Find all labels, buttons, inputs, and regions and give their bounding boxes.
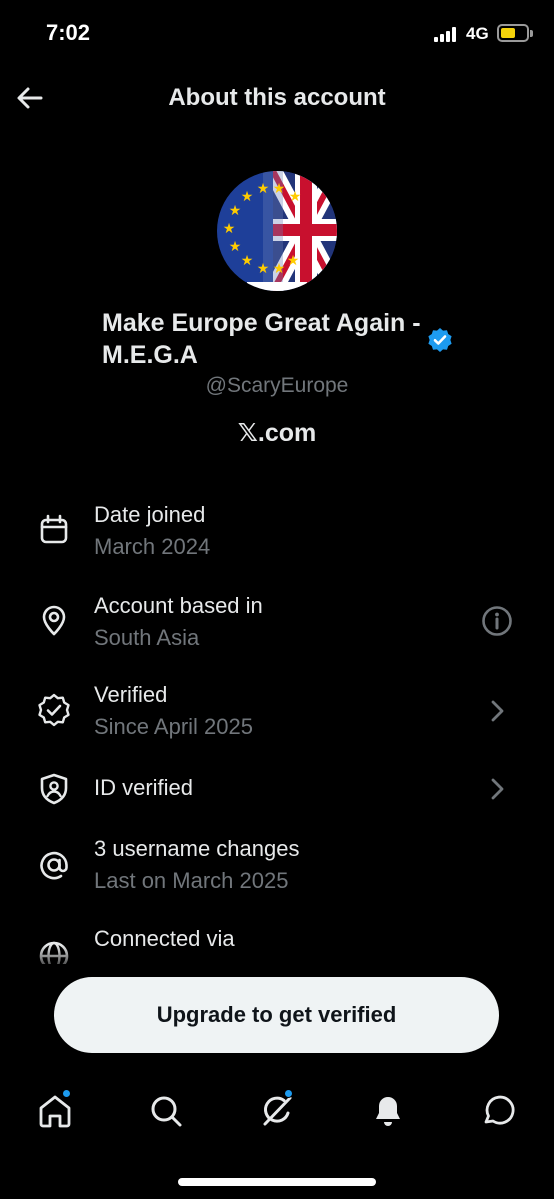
tab-grok[interactable] [257, 1089, 297, 1131]
row-title: ID verified [94, 775, 194, 800]
signal-icon [434, 27, 460, 42]
info-row-account-based-in: Account based in South Asia [0, 590, 554, 660]
svg-text:★: ★ [289, 189, 302, 205]
row-subtitle: Since April 2025 [94, 714, 253, 739]
svg-text:★: ★ [229, 203, 242, 219]
avatar[interactable]: ★ ★ ★ ★ ★ ★ ★ ★ ★ ★ ★ [217, 171, 337, 291]
tab-home[interactable] [35, 1089, 75, 1131]
site-label: 𝕏.com [0, 418, 554, 448]
notifications-icon [376, 1097, 400, 1126]
verified-badge-icon[interactable] [427, 327, 453, 353]
calendar-icon [40, 514, 68, 544]
svg-text:★: ★ [229, 239, 242, 255]
svg-text:★: ★ [223, 221, 236, 237]
svg-text:★: ★ [273, 181, 286, 197]
info-row-id-verified[interactable]: ID verified [0, 770, 554, 810]
status-bar: 7:02 4G [0, 0, 554, 70]
site-domain: .com [257, 419, 317, 447]
page-title: About this account [168, 84, 386, 111]
info-row-date-joined: Date joined March 2024 [0, 500, 554, 570]
home-notification-dot [62, 1089, 71, 1098]
tab-messages[interactable] [478, 1091, 518, 1131]
account-handle[interactable]: @ScaryEurope [0, 374, 554, 398]
chevron-right-icon[interactable] [480, 772, 514, 806]
row-title: 3 username changes [94, 836, 300, 861]
row-title: Verified [94, 682, 168, 707]
info-row-verified[interactable]: Verified Since April 2025 [0, 680, 554, 750]
row-subtitle: South Asia [94, 625, 200, 650]
grok-notification-dot [284, 1089, 293, 1098]
at-sign-icon [40, 851, 68, 880]
chevron-right-icon[interactable] [480, 694, 514, 728]
svg-text:★: ★ [273, 261, 286, 277]
svg-text:★: ★ [241, 189, 254, 205]
row-title: Date joined [94, 502, 206, 527]
status-time: 7:02 [46, 20, 91, 45]
row-subtitle: Last on March 2025 [94, 868, 289, 893]
upgrade-button[interactable]: Upgrade to get verified [54, 977, 499, 1053]
info-row-username-changes: 3 username changes Last on March 2025 [0, 835, 554, 905]
svg-text:★: ★ [241, 253, 254, 269]
svg-text:★: ★ [287, 253, 300, 269]
search-icon [151, 1096, 182, 1127]
id-shield-icon [40, 773, 68, 805]
tab-notifications[interactable] [368, 1091, 408, 1131]
scroll-fade [0, 945, 554, 975]
x-logo-icon: 𝕏 [237, 418, 258, 447]
battery-icon [497, 24, 533, 42]
location-pin-icon [42, 605, 66, 636]
verified-check-icon [38, 693, 70, 727]
svg-text:★: ★ [257, 261, 270, 277]
row-title: Account based in [94, 593, 263, 618]
display-name: Make Europe Great Again - M.E.G.A [102, 309, 421, 369]
info-icon[interactable] [480, 604, 514, 638]
tab-search[interactable] [146, 1091, 186, 1131]
network-type: 4G [466, 24, 489, 43]
svg-text:★: ★ [257, 181, 270, 197]
home-indicator [178, 1178, 376, 1186]
messages-icon [484, 1095, 515, 1125]
row-subtitle: March 2024 [94, 534, 211, 559]
